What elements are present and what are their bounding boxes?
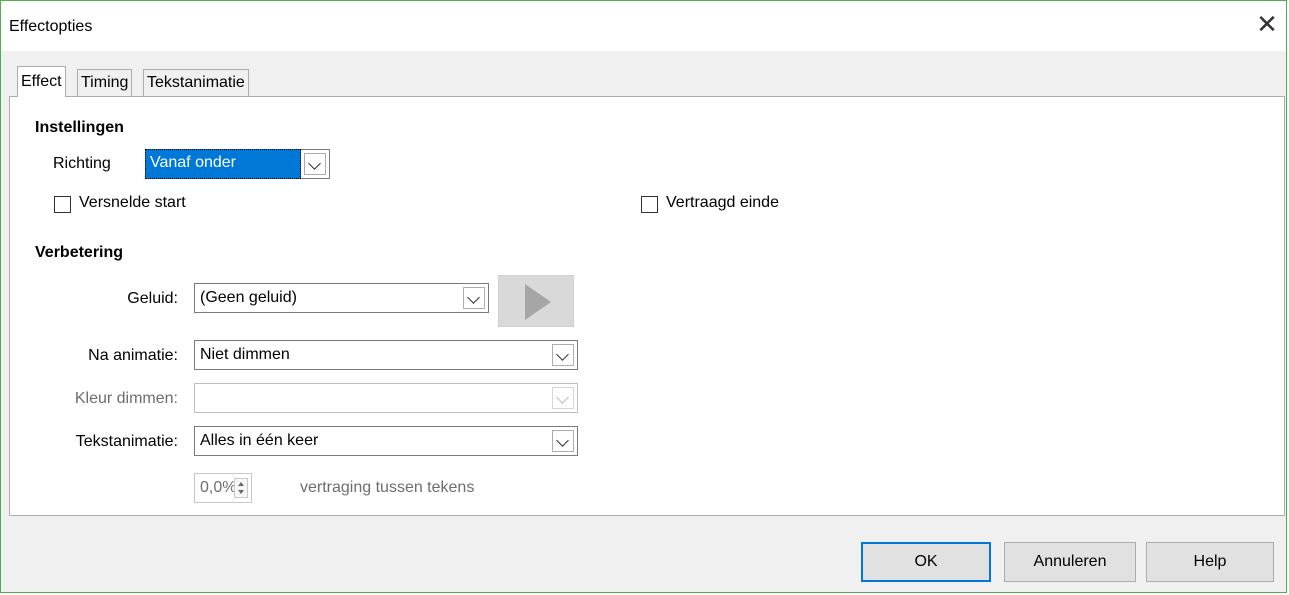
spin-up-icon[interactable] <box>238 482 244 486</box>
help-button[interactable]: Help <box>1146 542 1274 582</box>
annuleren-button[interactable]: Annuleren <box>1004 542 1136 582</box>
geluid-label: Geluid: <box>127 290 178 307</box>
tab-effect[interactable]: Effect <box>17 66 66 97</box>
tab-tekstanimatie[interactable]: Tekstanimatie <box>143 69 249 97</box>
na-animatie-dropdown-button[interactable] <box>552 344 574 366</box>
effectopties-dialog: Effectopties ✕ Effect Timing Tekstanimat… <box>0 0 1287 593</box>
na-animatie-value: Niet dimmen <box>200 346 290 363</box>
vertraging-value: 0,0% <box>200 479 237 496</box>
chevron-down-icon <box>467 291 480 304</box>
instellingen-heading: Instellingen <box>35 119 124 136</box>
vertraagd-einde-label[interactable]: Vertraagd einde <box>666 194 779 212</box>
richting-value: Vanaf onder <box>150 154 236 171</box>
kleur-dimmen-label: Kleur dimmen: <box>74 390 178 407</box>
tab-panel-effect: Instellingen Richting Vanaf onder Versne… <box>9 96 1285 516</box>
spin-buttons[interactable] <box>234 478 248 498</box>
na-animatie-dropdown[interactable]: Niet dimmen <box>194 340 578 370</box>
richting-label: Richting <box>53 155 111 172</box>
tab-timing[interactable]: Timing <box>77 69 133 97</box>
tekstanimatie-value: Alles in één keer <box>200 432 319 449</box>
spin-down-icon[interactable] <box>238 490 244 494</box>
play-icon <box>525 284 551 320</box>
versnelde-start-checkbox[interactable] <box>54 196 71 213</box>
close-icon[interactable]: ✕ <box>1252 9 1282 39</box>
na-animatie-label: Na animatie: <box>88 347 178 364</box>
chevron-down-icon <box>556 434 569 447</box>
verbetering-heading: Verbetering <box>35 244 124 261</box>
chevron-down-icon <box>556 391 569 404</box>
title-bar: Effectopties ✕ <box>1 1 1286 51</box>
tekstanimatie-label: Tekstanimatie: <box>75 433 178 450</box>
tekstanimatie-dropdown[interactable]: Alles in één keer <box>194 426 578 456</box>
versnelde-start-label[interactable]: Versnelde start <box>79 194 186 212</box>
tab-effect-label: Effect <box>21 73 62 90</box>
play-sound-button[interactable] <box>498 275 574 327</box>
geluid-value: (Geen geluid) <box>200 289 297 306</box>
chevron-down-icon <box>556 348 569 361</box>
ok-button[interactable]: OK <box>861 542 991 582</box>
richting-dropdown-button[interactable] <box>304 153 326 175</box>
chevron-down-icon <box>308 157 321 170</box>
vertraging-spinbox[interactable]: 0,0% <box>194 473 252 503</box>
tab-tekstanimatie-label: Tekstanimatie <box>147 74 245 91</box>
tekstanimatie-dropdown-button[interactable] <box>552 430 574 452</box>
richting-selected-value: Vanaf onder <box>145 149 301 179</box>
kleur-dimmen-dropdown <box>194 383 578 413</box>
vertraging-label: vertraging tussen tekens <box>300 479 475 496</box>
richting-dropdown[interactable]: Vanaf onder <box>145 149 330 179</box>
tab-timing-label: Timing <box>81 74 129 91</box>
kleur-dimmen-dropdown-button <box>552 387 574 409</box>
vertraagd-einde-checkbox[interactable] <box>641 196 658 213</box>
geluid-dropdown-button[interactable] <box>463 287 485 309</box>
dialog-title: Effectopties <box>9 18 93 35</box>
geluid-dropdown[interactable]: (Geen geluid) <box>194 283 489 313</box>
